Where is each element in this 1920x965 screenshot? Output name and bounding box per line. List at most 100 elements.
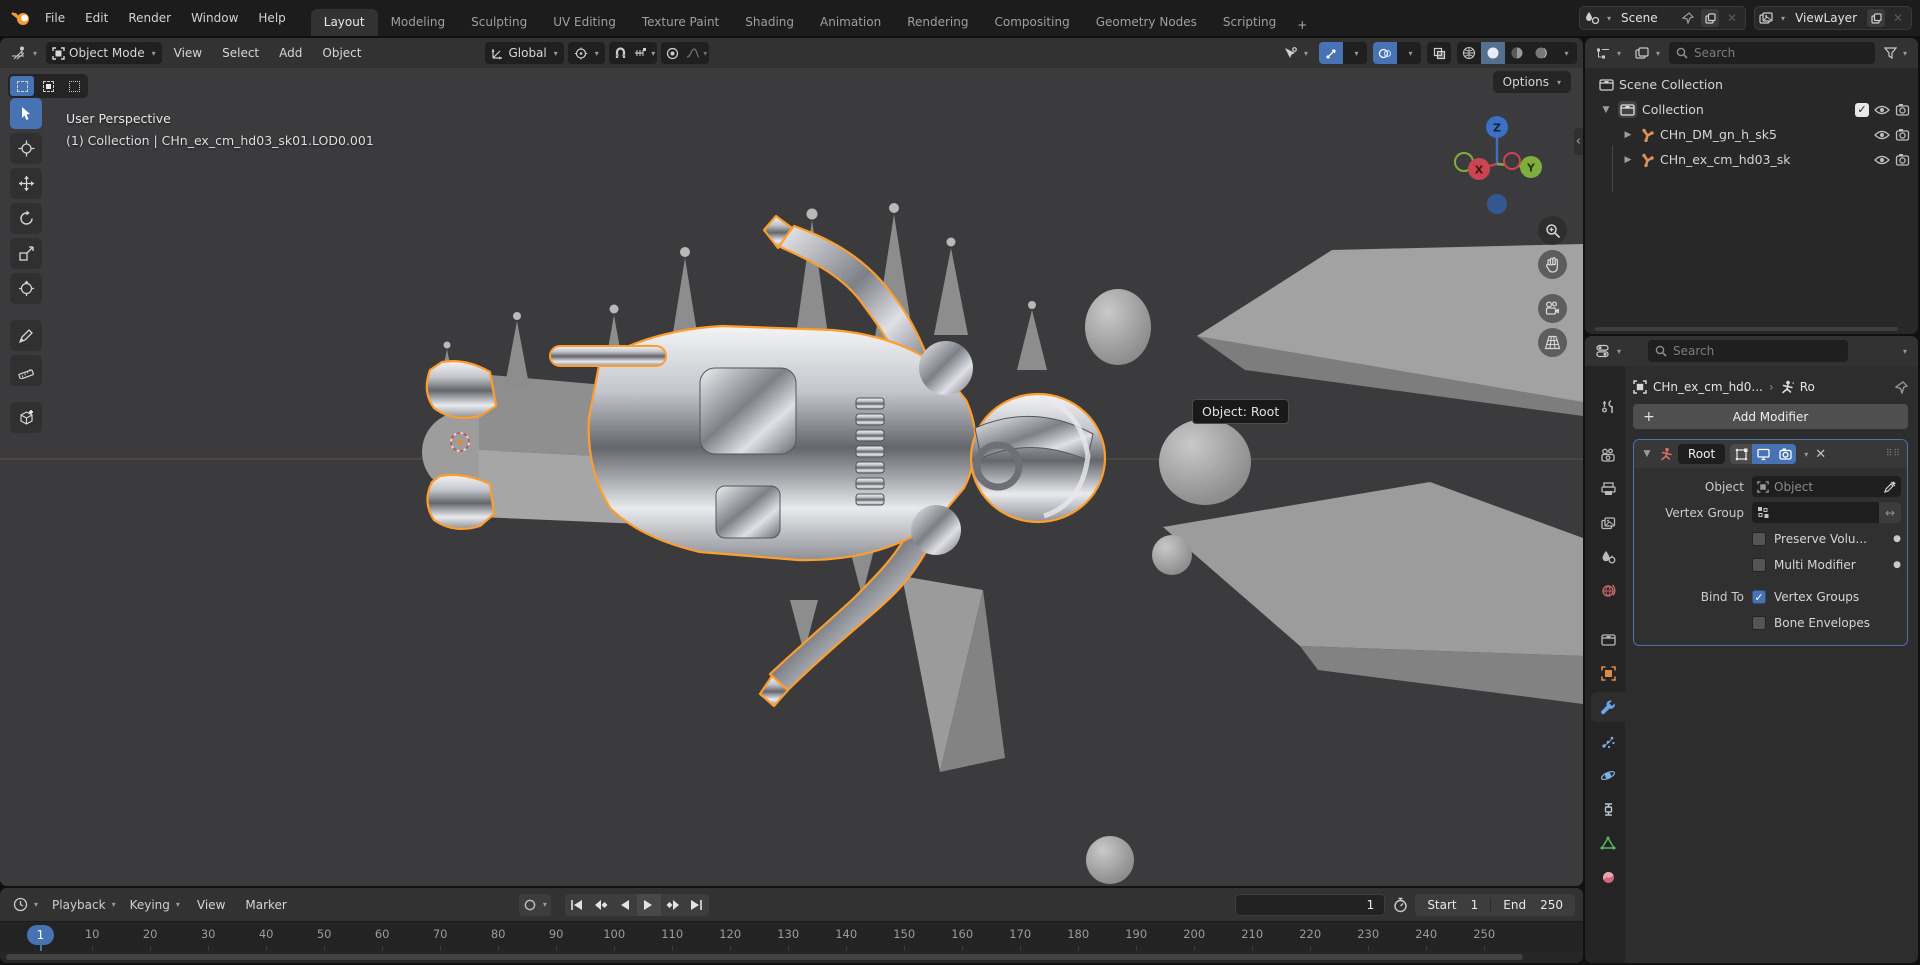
view-layer-browse-caret[interactable]: ▾	[1781, 14, 1785, 23]
jump-to-start-button[interactable]	[565, 894, 589, 916]
select-mode-subtract[interactable]	[62, 76, 86, 96]
view-layer-icon[interactable]	[1759, 11, 1774, 25]
tool-annotate[interactable]	[10, 320, 42, 351]
scene-name[interactable]: Scene	[1615, 11, 1675, 25]
tab-layout[interactable]: Layout	[310, 9, 378, 36]
menu-help[interactable]: Help	[249, 7, 294, 29]
world-tab[interactable]	[1591, 576, 1625, 606]
tab-compositing[interactable]: Compositing	[981, 9, 1082, 36]
particles-tab[interactable]	[1591, 726, 1625, 756]
breadcrumb-modifier[interactable]: Ro	[1800, 380, 1815, 394]
object-data-tab[interactable]	[1591, 828, 1625, 858]
outliner-row-collection[interactable]: ▼ Collection ✓	[1585, 97, 1918, 122]
outliner-row-chn-dm[interactable]: ▶ CHn_DM_gn_h_sk5	[1585, 122, 1918, 147]
edit-mode-display-toggle[interactable]	[1730, 444, 1753, 464]
menu-object[interactable]: Object	[314, 42, 369, 64]
jump-to-end-button[interactable]	[685, 894, 709, 916]
sidebar-collapse-arrow[interactable]: ‹	[1573, 128, 1583, 155]
eyedropper-icon[interactable]	[1884, 480, 1896, 493]
tool-transform[interactable]	[10, 273, 42, 304]
show-gizmo-toggle[interactable]	[1319, 42, 1343, 64]
tool-scale[interactable]	[10, 238, 42, 269]
collection-tab[interactable]	[1591, 624, 1625, 654]
auto-keying-toggle[interactable]: ▾	[518, 893, 551, 916]
tool-cursor[interactable]	[10, 133, 42, 164]
play-reverse-button[interactable]	[613, 894, 637, 916]
object-visibility-dropdown[interactable]: ▾	[1278, 44, 1313, 63]
select-mode-extend[interactable]	[36, 76, 60, 96]
outliner-scrollbar[interactable]	[1595, 327, 1898, 331]
outliner-row-scene-collection[interactable]: Scene Collection	[1585, 72, 1918, 97]
zoom-button[interactable]	[1538, 216, 1567, 245]
tab-animation[interactable]: Animation	[807, 9, 894, 36]
menu-file[interactable]: File	[36, 7, 74, 29]
disable-render-camera-icon[interactable]	[1895, 153, 1910, 166]
scene-icon[interactable]	[1584, 11, 1600, 25]
outliner-row-chn-ex[interactable]: ▶ CHn_ex_cm_hd03_sk	[1585, 147, 1918, 172]
shading-dropdown[interactable]: ▾	[1553, 42, 1577, 64]
modifier-drag-handle[interactable]: ⠿⠿	[1886, 449, 1901, 459]
toggle-perspective-button[interactable]	[1538, 328, 1567, 357]
render-display-toggle[interactable]	[1774, 444, 1797, 464]
vertex-group-field[interactable]: ↔	[1752, 502, 1901, 523]
disable-render-camera-icon[interactable]	[1895, 128, 1910, 141]
start-frame-field[interactable]: Start 1	[1415, 898, 1490, 912]
tab-texture-paint[interactable]: Texture Paint	[629, 9, 732, 36]
object-field[interactable]: Object	[1752, 476, 1901, 497]
object-tab[interactable]	[1591, 658, 1625, 688]
shading-rendered-icon[interactable]	[1529, 42, 1553, 64]
preserve-volume-checkbox[interactable]	[1752, 531, 1766, 546]
physics-tab[interactable]	[1591, 760, 1625, 790]
shading-material-icon[interactable]	[1505, 42, 1529, 64]
outliner-filter-icon[interactable]: ▾	[1879, 44, 1912, 62]
select-mode-set[interactable]	[10, 76, 34, 96]
animate-property-dot[interactable]: ●	[1893, 534, 1901, 544]
modifier-name-field[interactable]: Root	[1678, 444, 1726, 464]
render-tab[interactable]	[1591, 440, 1625, 470]
view-menu[interactable]: View	[189, 894, 233, 916]
next-keyframe-button[interactable]	[661, 894, 685, 916]
options-button[interactable]: Options ▾	[1492, 71, 1571, 93]
menu-view[interactable]: View	[166, 42, 210, 64]
playhead[interactable]: 1	[27, 925, 54, 945]
mode-selector[interactable]: Object Mode ▾	[46, 42, 162, 64]
scene-tab[interactable]	[1591, 542, 1625, 572]
collection-exclude-checkbox[interactable]: ✓	[1855, 102, 1869, 117]
menu-window[interactable]: Window	[182, 7, 247, 29]
timeline-ruler[interactable]: 1 10 20 30 40 50 60 70 80 90 100 110 120 130 140 150 16…	[0, 921, 1583, 963]
expand-caret-icon[interactable]: ▶	[1621, 130, 1635, 140]
viewport-canvas[interactable]: User Perspective (1) Collection | CHn_ex…	[0, 68, 1583, 886]
snap-magnet-icon[interactable]	[609, 42, 633, 64]
tab-modeling[interactable]: Modeling	[378, 9, 459, 36]
add-modifier-button[interactable]: + Add Modifier	[1633, 404, 1908, 429]
playback-menu[interactable]: Playback ▾	[47, 895, 121, 915]
unlink-scene-icon[interactable]: ✕	[1723, 9, 1741, 27]
remove-view-layer-icon[interactable]: ✕	[1889, 9, 1907, 27]
modifier-delete-button[interactable]: ✕	[1815, 447, 1826, 462]
keying-menu[interactable]: Keying ▾	[125, 895, 185, 915]
outliner-display-mode-icon[interactable]: ▾	[1630, 44, 1665, 63]
tool-tab[interactable]	[1591, 392, 1625, 422]
scene-browse-caret[interactable]: ▾	[1607, 14, 1611, 23]
vertex-groups-checkbox[interactable]: ✓	[1752, 589, 1766, 604]
overlays-dropdown[interactable]: ▾	[1397, 42, 1421, 64]
material-tab[interactable]	[1591, 862, 1625, 892]
marker-menu[interactable]: Marker	[237, 894, 294, 916]
pin-id-icon[interactable]	[1895, 380, 1908, 394]
proportional-falloff-dropdown[interactable]: ▾	[685, 42, 709, 64]
animate-property-dot[interactable]: ●	[1893, 560, 1901, 570]
multi-modifier-checkbox[interactable]	[1752, 557, 1766, 572]
shading-wireframe-icon[interactable]	[1457, 42, 1481, 64]
proportional-editing-icon[interactable]	[661, 42, 685, 64]
play-button[interactable]	[636, 893, 661, 916]
xray-toggle[interactable]	[1427, 42, 1451, 64]
camera-view-button[interactable]	[1538, 294, 1567, 323]
use-preview-range-icon[interactable]	[1389, 896, 1411, 914]
new-scene-icon[interactable]	[1701, 9, 1720, 27]
tab-scripting[interactable]: Scripting	[1210, 9, 1289, 36]
new-view-layer-icon[interactable]	[1867, 9, 1885, 27]
tool-move[interactable]	[10, 168, 42, 199]
tool-add-cube[interactable]	[10, 402, 42, 433]
current-frame-field[interactable]: 1	[1235, 893, 1386, 916]
disable-render-camera-icon[interactable]	[1895, 103, 1910, 116]
